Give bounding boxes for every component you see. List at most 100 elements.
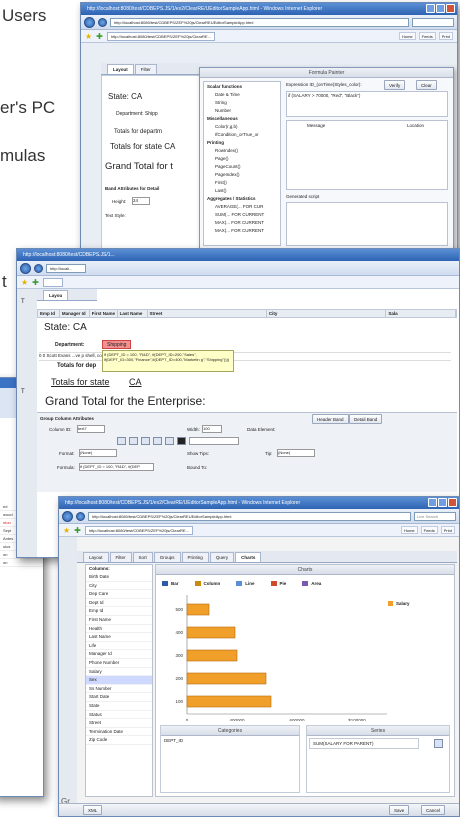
function-tree-item[interactable]: Number [205,107,279,115]
column-header[interactable]: Sala [386,310,456,317]
column-list-item[interactable]: First Name [86,616,152,625]
column-header[interactable]: City [267,310,387,317]
align-left-icon[interactable] [117,437,126,445]
column-list-item[interactable]: Life [86,642,152,651]
chart-type-area[interactable]: Area [302,578,321,588]
function-tree-item[interactable]: Page() [205,155,279,163]
column-list-item[interactable]: Emp Id [86,607,152,616]
function-tree-item[interactable]: Last() [205,187,279,195]
column-header[interactable]: Last Name [118,310,148,317]
column-header[interactable]: Emp Id [38,310,60,317]
tab-layout[interactable]: Layou [43,290,69,300]
format-select[interactable]: (None) [79,449,117,457]
favorites-star-icon[interactable]: ★ [85,32,92,41]
series-value[interactable]: SUM(SALARY FOR PARENT) [309,738,419,749]
height-input[interactable]: 24 [132,197,150,205]
address-bar[interactable]: http://localhost:8080/test/CDBEPS/ZEF%20… [110,17,409,27]
function-tree-item[interactable]: PageCount() [205,163,279,171]
print-button[interactable]: Print [438,32,453,40]
forward-icon[interactable] [34,263,43,273]
department-value[interactable]: Shipping [102,340,132,349]
feeds-button[interactable]: Feeds [418,32,436,40]
tab-filter[interactable]: Filter [134,64,157,74]
tab-filter[interactable]: Filter [109,552,132,562]
home-button[interactable]: Home [400,526,418,534]
maximize-button[interactable] [436,4,445,13]
tab-query[interactable]: Query [209,552,235,562]
column-header[interactable]: First Name [90,310,118,317]
column-list-item[interactable]: Last Name [86,633,152,642]
add-favorite-icon[interactable]: ✚ [74,526,81,535]
function-tree-item[interactable]: MAX(... FOR CURRENT [205,227,279,235]
function-tree-item[interactable]: IfCondition_orTrue_or [205,131,279,139]
function-tree-item[interactable]: MAX(... FOR CURRENT [205,219,279,227]
color-icon[interactable] [177,437,186,445]
detail-band-button[interactable]: Detail Band [349,414,383,424]
clear-button[interactable]: Clear [416,80,437,90]
column-list-item[interactable]: Phone Number [86,659,152,668]
tab-sort[interactable]: Sort [132,552,153,562]
save-button[interactable]: Save [389,805,410,815]
tab-groups[interactable]: Groups [153,552,181,562]
browser-tab[interactable]: http://localhost:8080/test/CDBEPS/ZEF%20… [84,525,193,535]
add-favorite-icon[interactable]: ✚ [96,32,103,41]
italic-icon[interactable] [165,437,174,445]
function-tree-item[interactable]: Scalar functions [205,83,279,91]
chart-type-bar[interactable]: Bar [162,578,179,588]
address-bar[interactable]: http://locali... [46,263,86,273]
column-list-item[interactable]: Dep Care [86,590,152,599]
formula-input[interactable]: if (DEPT_ID = 100, "R&D", if(DEP [79,463,154,471]
xml-button[interactable]: XML [83,805,103,815]
browser-tab[interactable]: http://localhost:8080/test/CDBEPS/ZEF%20… [106,31,215,41]
chart-type-line[interactable]: Line [236,578,255,588]
column-list-item[interactable]: Start Date [86,693,152,702]
function-tree-item[interactable]: PageIndex() [205,171,279,179]
browser-tab[interactable] [42,277,63,287]
print-button[interactable]: Print [440,526,455,534]
address-bar[interactable]: http://localhost:8080/test/CDBEPS/ZEF%20… [88,511,411,521]
column-list-item[interactable]: Status [86,711,152,720]
font-select[interactable] [189,437,239,445]
column-list-item[interactable]: Street [86,719,152,728]
back-icon[interactable] [62,510,73,522]
tab-charts[interactable]: Charts [235,552,262,562]
column-list-item[interactable]: City [86,582,152,591]
search-box[interactable]: Live Search [414,511,456,521]
back-icon[interactable] [84,16,95,28]
forward-icon[interactable] [98,17,107,27]
column-list-item[interactable]: Sex [86,676,152,685]
header-band-button[interactable]: Header Band [312,414,349,424]
column-header[interactable]: Manager Id [60,310,90,317]
close-button[interactable] [448,498,457,507]
expression-editor[interactable]: if (SALARY > 70000, "Red", "Black") [286,91,448,117]
align-right-icon[interactable] [141,437,150,445]
column-id-input[interactable]: text7 [77,425,105,433]
home-button[interactable]: Home [398,32,416,40]
verify-button[interactable]: Verify [384,80,406,90]
tab-printing[interactable]: Printing [181,552,209,562]
function-tree-item[interactable]: Color(r,g,b) [205,123,279,131]
tip-select[interactable]: (None) [277,449,315,457]
bold-icon[interactable] [153,437,162,445]
minimize-button[interactable] [426,4,435,13]
column-list-item[interactable]: Birth Date [86,573,152,582]
function-tree[interactable]: Scalar functions Date & Time String Number M… [203,81,281,246]
function-tree-item[interactable]: Miscellaneous [205,115,279,123]
column-list-item[interactable]: Termination Date [86,728,152,737]
search-box[interactable] [412,17,454,27]
function-tree-item[interactable]: First() [205,179,279,187]
cancel-button[interactable]: Cancel [421,805,446,815]
tab-layout[interactable]: Layout [83,552,109,562]
function-tree-item[interactable]: RowIndex() [205,147,279,155]
column-list-item[interactable]: Dept Id [86,599,152,608]
minimize-button[interactable] [428,498,437,507]
tab-layout[interactable]: Layout [107,64,134,74]
maximize-button[interactable] [438,498,447,507]
add-favorite-icon[interactable]: ✚ [32,278,39,287]
width-input[interactable]: 100 [202,425,222,433]
chart-type-column[interactable]: Column [194,578,220,588]
column-list-item[interactable]: Manager Id [86,650,152,659]
function-tree-item[interactable]: AVERAGE(... FOR CUR [205,203,279,211]
function-tree-item[interactable]: Date & Time [205,91,279,99]
back-icon[interactable] [20,262,31,274]
